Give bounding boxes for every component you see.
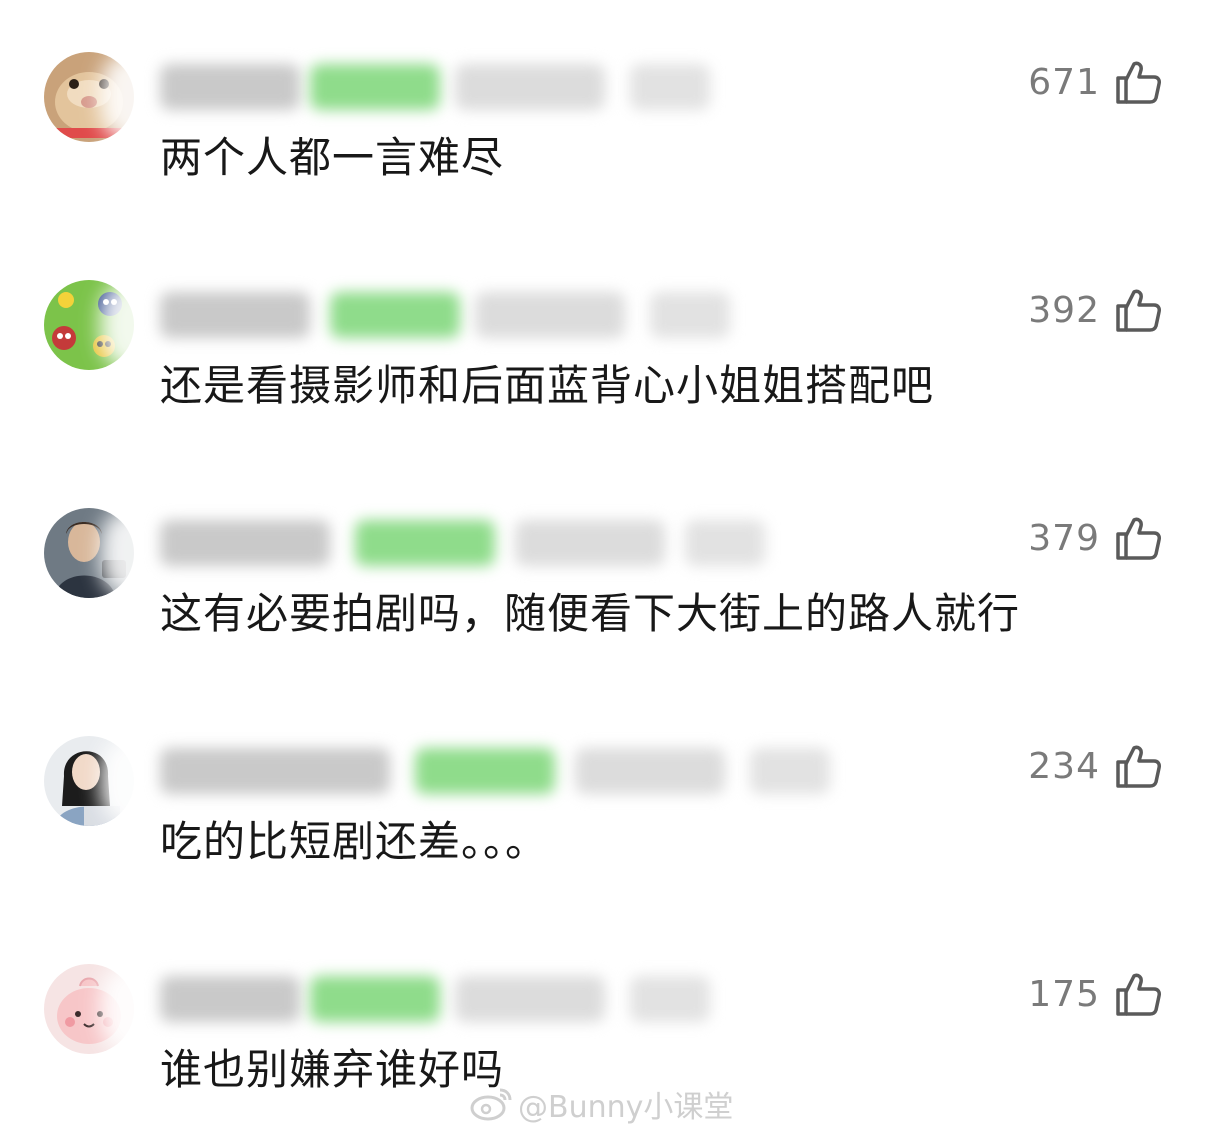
time-blur bbox=[475, 292, 625, 338]
weibo-icon bbox=[470, 1088, 512, 1121]
time-blur bbox=[575, 748, 725, 794]
like-count: 379 bbox=[1028, 517, 1100, 559]
comment-text: 这有必要拍剧吗，随便看下大街上的路人就行 bbox=[160, 589, 1021, 638]
comment-text: 谁也别嫌弃谁好吗 bbox=[160, 1045, 505, 1094]
username-blur bbox=[160, 976, 300, 1022]
comment-meta-blurred bbox=[160, 64, 780, 114]
comment-text: 两个人都一言难尽 bbox=[160, 133, 505, 182]
comment-text: 吃的比短剧还差。。。 bbox=[160, 817, 549, 866]
like-count: 175 bbox=[1028, 973, 1100, 1015]
like-button[interactable]: 379 bbox=[1028, 512, 1162, 564]
fan-badge-blur bbox=[415, 748, 555, 794]
like-button[interactable]: 671 bbox=[1028, 56, 1162, 108]
comment-text: 还是看摄影师和后面蓝背心小姐姐搭配吧 bbox=[160, 361, 935, 410]
username-blur bbox=[160, 748, 390, 794]
time-blur bbox=[515, 520, 665, 566]
like-count: 392 bbox=[1028, 289, 1100, 331]
location-blur bbox=[630, 64, 710, 110]
time-blur bbox=[455, 64, 605, 110]
thumbs-up-icon bbox=[1116, 289, 1161, 332]
location-blur bbox=[650, 292, 730, 338]
thumbs-up-icon bbox=[1116, 973, 1161, 1016]
time-blur bbox=[455, 976, 605, 1022]
like-count: 234 bbox=[1028, 745, 1100, 787]
like-button[interactable]: 392 bbox=[1028, 284, 1162, 336]
comment-item: 两个人都一言难尽 671 bbox=[0, 52, 1206, 232]
location-blur bbox=[630, 976, 710, 1022]
comment-item: 这有必要拍剧吗，随便看下大街上的路人就行 379 bbox=[0, 508, 1206, 688]
like-count: 671 bbox=[1028, 61, 1100, 103]
location-blur bbox=[685, 520, 765, 566]
username-blur bbox=[160, 520, 330, 566]
location-blur bbox=[750, 748, 830, 794]
fan-badge-blur bbox=[310, 64, 440, 110]
like-button[interactable]: 234 bbox=[1028, 740, 1162, 792]
username-blur bbox=[160, 64, 300, 110]
thumbs-up-icon bbox=[1116, 517, 1161, 560]
like-button[interactable]: 175 bbox=[1028, 968, 1162, 1020]
comment-item: 吃的比短剧还差。。。 234 bbox=[0, 736, 1206, 916]
username-blur bbox=[160, 292, 310, 338]
thumbs-up-icon bbox=[1116, 745, 1161, 788]
watermark: @Bunny小课堂 bbox=[470, 1082, 733, 1126]
comment-item: 还是看摄影师和后面蓝背心小姐姐搭配吧 392 bbox=[0, 280, 1206, 460]
comment-meta-blurred bbox=[160, 976, 780, 1026]
thumbs-up-icon bbox=[1116, 61, 1161, 104]
fan-badge-blur bbox=[330, 292, 460, 338]
fan-badge-blur bbox=[310, 976, 440, 1022]
comment-meta-blurred bbox=[160, 292, 780, 342]
watermark-text: @Bunny小课堂 bbox=[518, 1090, 734, 1125]
comment-meta-blurred bbox=[160, 520, 780, 570]
fan-badge-blur bbox=[355, 520, 495, 566]
comment-meta-blurred bbox=[160, 748, 830, 798]
